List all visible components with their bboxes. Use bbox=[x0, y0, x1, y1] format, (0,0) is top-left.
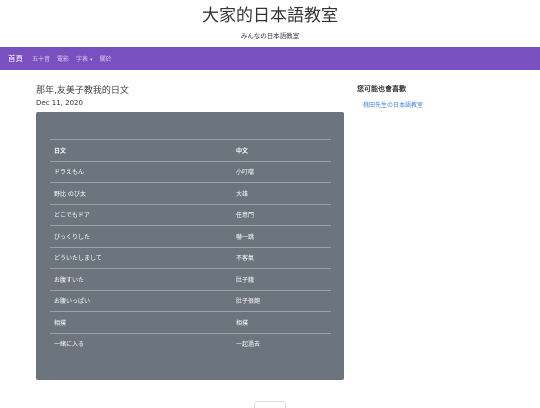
column-header-chinese: 中文 bbox=[232, 139, 331, 162]
table-row: 野比 のび太 大雄 bbox=[50, 182, 331, 204]
cell-chinese: 一起過去 bbox=[232, 332, 331, 354]
table-row: 一緒に入る 一起過去 bbox=[50, 332, 331, 354]
sidebar-related-link[interactable]: 桃田先生の日本語教室 bbox=[363, 100, 423, 109]
nav-item-vocab-dropdown[interactable]: 字表 ▾ bbox=[76, 54, 93, 63]
table-row: びっくりした 嚇一跳 bbox=[50, 225, 331, 247]
cell-chinese: 小叮噹 bbox=[232, 160, 331, 183]
table-header-row: 日文 中文 bbox=[50, 139, 331, 162]
cell-japanese: 野比 のび太 bbox=[50, 182, 232, 204]
chevron-down-icon: ▾ bbox=[90, 57, 93, 63]
cell-japanese: お腹すいた bbox=[50, 268, 232, 290]
cell-chinese: 肚子餓 bbox=[232, 268, 331, 290]
table-row: どういたしまして 不客氣 bbox=[50, 246, 331, 269]
cell-japanese: 一緒に入る bbox=[50, 332, 232, 354]
cell-japanese: 相撲 bbox=[50, 311, 232, 333]
cell-chinese: 不客氣 bbox=[232, 246, 331, 269]
post-title: 那年,友美子教我的日文 bbox=[36, 86, 129, 96]
table-row: ドラえもん 小叮噹 bbox=[50, 160, 331, 183]
cell-chinese: 肚子很飽 bbox=[232, 289, 331, 312]
nav-item-vocab-label: 字表 bbox=[76, 56, 89, 63]
site-subtitle: みんなの日本語教室 bbox=[240, 32, 300, 40]
nav-item-movies[interactable]: 電影 bbox=[57, 54, 69, 63]
cell-japanese: ドラえもん bbox=[50, 160, 232, 183]
cell-chinese: 大雄 bbox=[232, 182, 331, 204]
table-row: お腹すいた 肚子餓 bbox=[50, 268, 331, 290]
cell-chinese: 相撲 bbox=[232, 311, 331, 333]
navbar: 首頁 五十音 電影 字表 ▾ 關於 bbox=[0, 47, 540, 70]
table-row: 相撲 相撲 bbox=[50, 311, 331, 333]
cell-chinese: 任意門 bbox=[232, 203, 331, 226]
nav-item-about[interactable]: 關於 bbox=[100, 54, 112, 63]
post-date: Dec 11, 2020 bbox=[36, 99, 83, 107]
sidebar-heading: 您可能也會喜歡 bbox=[357, 85, 406, 93]
cell-chinese: 嚇一跳 bbox=[232, 225, 331, 247]
cell-japanese: びっくりした bbox=[50, 225, 232, 247]
table-row: どこでもドア 任意門 bbox=[50, 203, 331, 226]
nav-item-kana[interactable]: 五十音 bbox=[32, 54, 50, 63]
vocab-panel: 日文 中文 ドラえもん 小叮噹 野比 のび太 大雄 どこでもドア 任意門 びっく… bbox=[36, 112, 344, 380]
vocab-table: 日文 中文 ドラえもん 小叮噹 野比 のび太 大雄 どこでもドア 任意門 びっく… bbox=[50, 139, 331, 354]
table-row: お腹いっぱい 肚子很飽 bbox=[50, 289, 331, 312]
cell-japanese: どういたしまして bbox=[50, 246, 232, 269]
column-header-japanese: 日文 bbox=[50, 139, 232, 162]
cell-japanese: お腹いっぱい bbox=[50, 289, 232, 312]
nav-home-link[interactable]: 首頁 bbox=[8, 53, 23, 64]
cell-japanese: どこでもドア bbox=[50, 203, 232, 226]
site-title[interactable]: 大家的日本語教室 bbox=[0, 6, 540, 26]
